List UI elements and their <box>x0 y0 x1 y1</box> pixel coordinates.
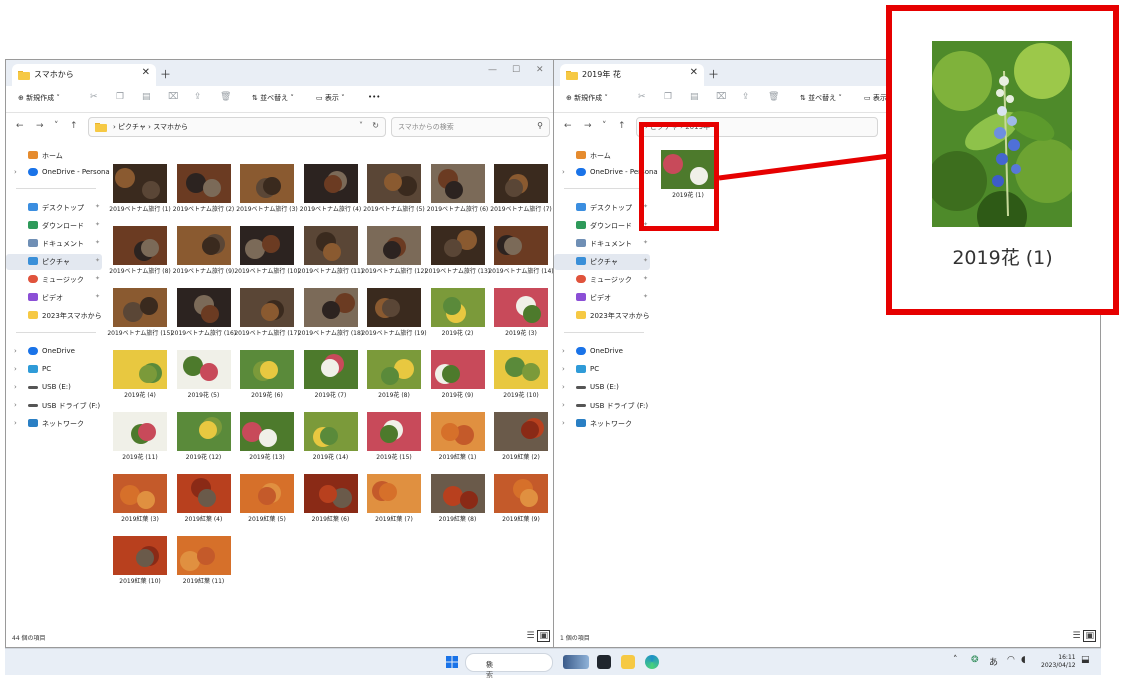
highlight-box <box>639 122 719 231</box>
zoom-caption: 2019花 (1) <box>952 247 1053 269</box>
flower-photo-enlarged <box>932 41 1072 227</box>
zoom-callout: 2019花 (1) <box>886 5 1119 315</box>
